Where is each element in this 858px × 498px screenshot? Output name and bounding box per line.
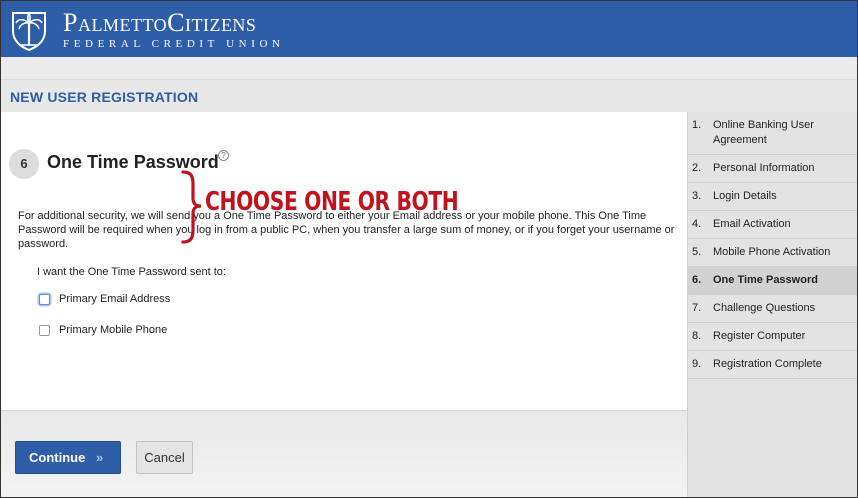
sidebar-item-number: 4. <box>692 218 702 230</box>
main-panel: 6 One Time Password ? For additional sec… <box>1 112 687 410</box>
sidebar-item-number: 1. <box>692 119 702 131</box>
sidebar-item-label: Registration Complete <box>713 358 822 370</box>
sidebar-item-label: Challenge Questions <box>713 302 816 314</box>
sidebar-item-number: 2. <box>692 162 702 174</box>
sidebar-item-registration-complete[interactable]: 9. Registration Complete <box>688 351 857 379</box>
sidebar-item-one-time-password[interactable]: 6. One Time Password <box>688 267 857 295</box>
sidebar-item-number: 7. <box>692 302 702 314</box>
brand-subtitle: FEDERAL CREDIT UNION <box>63 38 285 50</box>
sidebar-item-label: Email Activation <box>713 218 791 230</box>
registration-steps-sidebar: 1. Online Banking User Agreement 2. Pers… <box>687 112 857 497</box>
palmetto-tree-logo-icon[interactable] <box>9 9 49 51</box>
sidebar-item-agreement[interactable]: 1. Online Banking User Agreement <box>688 112 857 155</box>
sidebar-item-label: Mobile Phone Activation <box>713 246 831 258</box>
sidebar-item-email-activation[interactable]: 4. Email Activation <box>688 211 857 239</box>
sidebar-item-login-details[interactable]: 3. Login Details <box>688 183 857 211</box>
sidebar-item-personal-information[interactable]: 2. Personal Information <box>688 155 857 183</box>
delivery-prompt: I want the One Time Password sent to: <box>37 266 226 278</box>
option-primary-email[interactable]: Primary Email Address <box>39 293 199 307</box>
primary-email-checkbox[interactable] <box>39 294 50 305</box>
sidebar-item-mobile-activation[interactable]: 5. Mobile Phone Activation <box>688 239 857 267</box>
sidebar-item-label: Personal Information <box>713 162 815 174</box>
page-title: NEW USER REGISTRATION <box>10 89 199 105</box>
title-bar: NEW USER REGISTRATION <box>1 79 857 112</box>
form-footer: Continue » Cancel <box>1 410 687 497</box>
sidebar-item-number: 8. <box>692 330 702 342</box>
header-strip <box>1 57 857 79</box>
annotation-text: CHOOSE ONE OR BOTH <box>205 187 459 217</box>
sidebar-item-number: 9. <box>692 358 702 370</box>
sidebar-item-number: 6. <box>692 274 702 286</box>
sidebar-item-label: Login Details <box>713 190 777 202</box>
option-primary-mobile[interactable]: Primary Mobile Phone <box>39 324 199 338</box>
brand-name: PalmettoCitizens <box>63 8 257 37</box>
sidebar-item-label: Register Computer <box>713 330 806 342</box>
cancel-button[interactable]: Cancel <box>136 441 193 474</box>
help-icon[interactable]: ? <box>218 150 229 161</box>
continue-button[interactable]: Continue » <box>15 441 121 474</box>
sidebar-item-label: One Time Password <box>713 274 818 286</box>
sidebar-item-register-computer[interactable]: 8. Register Computer <box>688 323 857 351</box>
header: PalmettoCitizens FEDERAL CREDIT UNION <box>1 1 857 57</box>
double-chevron-right-icon: » <box>96 450 104 465</box>
sidebar-item-challenge-questions[interactable]: 7. Challenge Questions <box>688 295 857 323</box>
page-frame: PalmettoCitizens FEDERAL CREDIT UNION NE… <box>0 0 858 498</box>
sidebar-item-label: Online Banking User Agreement <box>713 119 814 146</box>
continue-button-label: Continue <box>29 450 86 465</box>
primary-mobile-label: Primary Mobile Phone <box>59 324 168 336</box>
sidebar-item-number: 3. <box>692 190 702 202</box>
primary-email-label: Primary Email Address <box>59 293 171 305</box>
brand[interactable]: PalmettoCitizens FEDERAL CREDIT UNION <box>63 10 285 51</box>
step-number-badge: 6 <box>9 149 39 179</box>
primary-mobile-checkbox[interactable] <box>39 325 50 336</box>
sidebar-item-number: 5. <box>692 246 702 258</box>
